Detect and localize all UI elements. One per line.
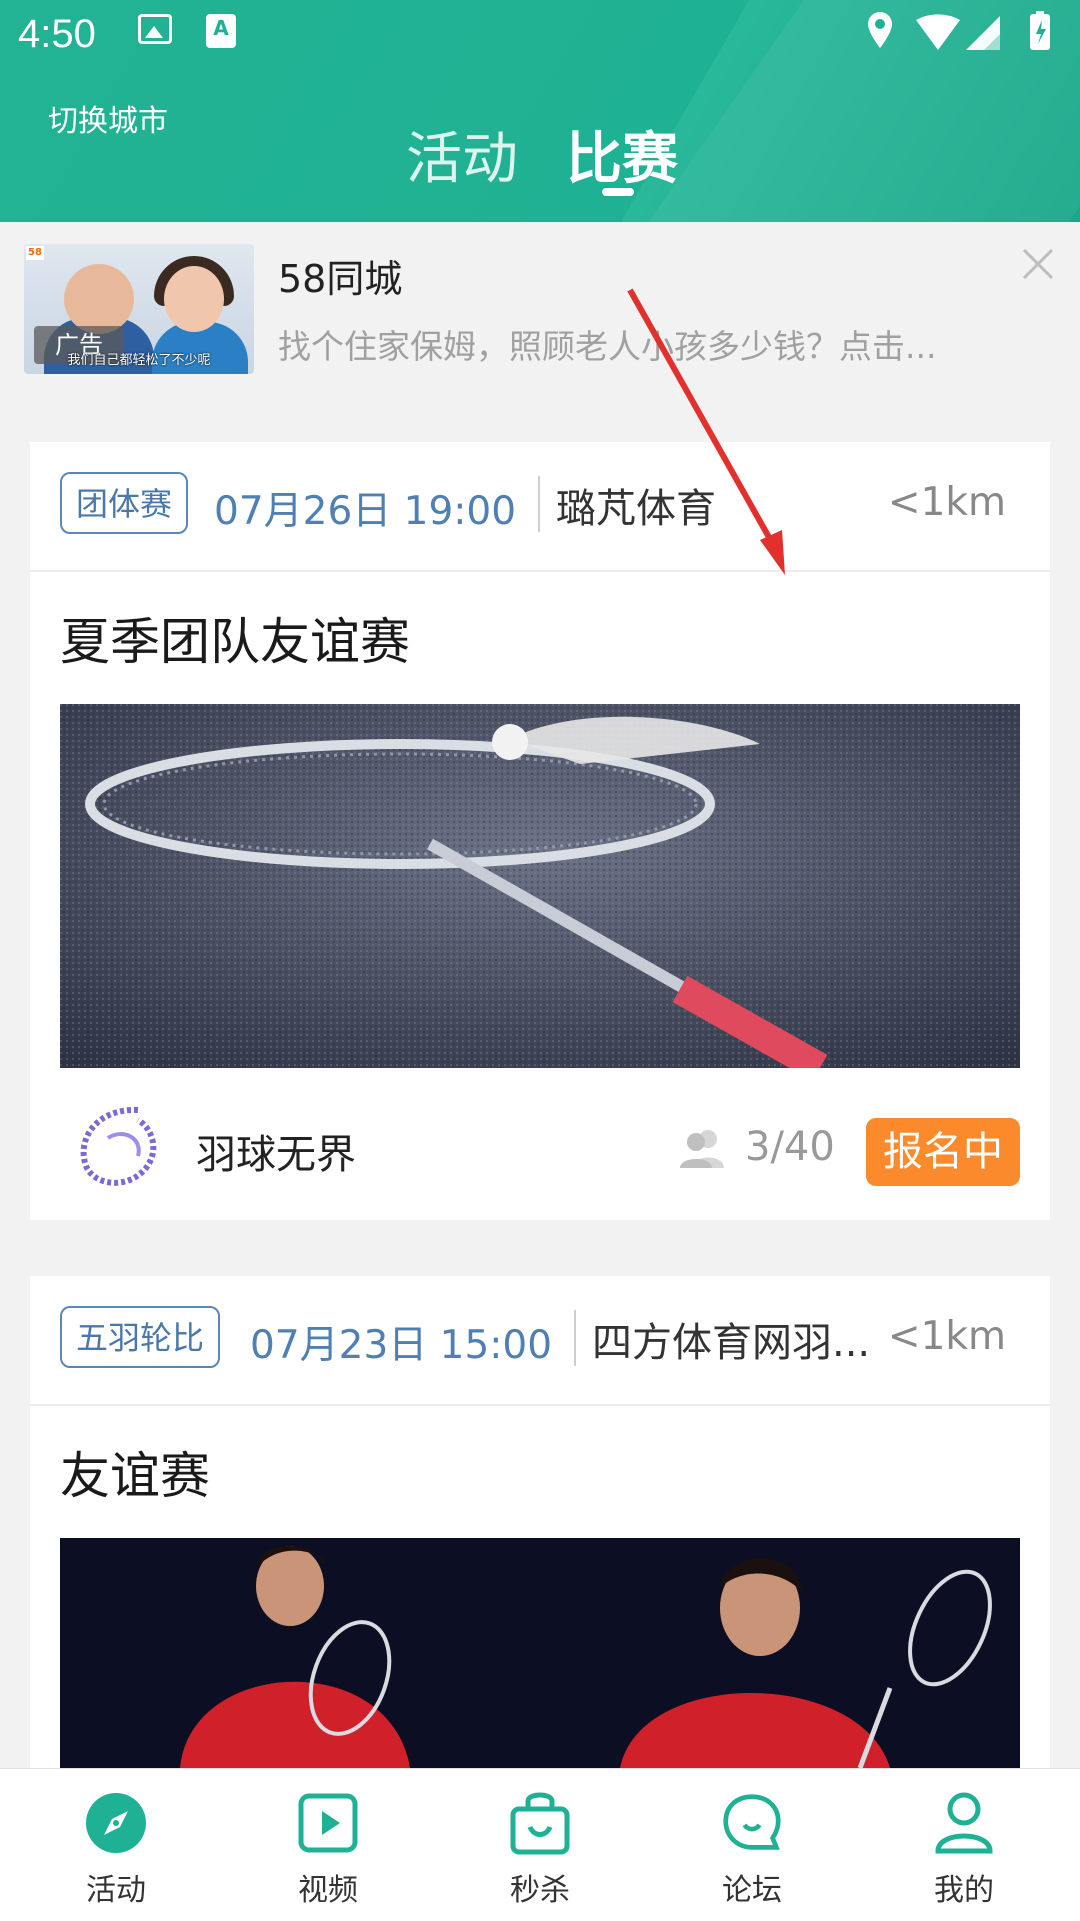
match-venue: 璐芃体育 — [556, 486, 716, 532]
match-card[interactable]: 五羽轮比 07月23日 15:00 四方体育网羽... <1km 友谊赛 — [30, 1276, 1050, 1768]
location-icon — [868, 12, 892, 48]
organizer-avatar[interactable] — [68, 1098, 168, 1198]
nav-label: 我的 — [934, 1873, 994, 1908]
match-venue: 四方体育网羽... — [592, 1320, 871, 1366]
nav-label: 视频 — [298, 1873, 358, 1908]
ad-thumb-caption: 我们自己都轻松了不少呢 — [67, 353, 211, 368]
match-datetime: 07月23日 15:00 — [250, 1323, 553, 1368]
ad-banner[interactable]: 58 广告 我们自己都轻松了不少呢 58同城 找个住家保姆，照顾老人小孩多少钱？… — [0, 222, 1080, 400]
tab-indicator — [602, 188, 634, 196]
status-time: 4:50 — [18, 12, 96, 56]
tab-match[interactable]: 比赛 — [566, 114, 678, 195]
match-card[interactable]: 团体赛 07月26日 19:00 璐芃体育 <1km 夏季团队友谊赛 羽球无界 … — [30, 442, 1050, 1220]
match-distance: <1km — [887, 1314, 1006, 1359]
match-cover-image[interactable] — [60, 1538, 1020, 1768]
brand-logo-icon: 58 — [26, 246, 44, 260]
nav-label: 活动 — [86, 1873, 146, 1908]
app-header: 4:50 A 切换城市 活动 比赛 — [0, 0, 1080, 222]
match-cover-image[interactable] — [60, 704, 1020, 1068]
status-icons — [868, 11, 1050, 50]
participant-count: 3/40 — [745, 1124, 835, 1170]
shopping-bag-icon — [510, 1792, 570, 1855]
app-notification-icon: A — [206, 14, 236, 48]
tab-activity[interactable]: 活动 — [406, 114, 518, 195]
match-title: 夏季团队友谊赛 — [60, 613, 410, 671]
divider — [538, 476, 540, 532]
divider — [574, 1310, 576, 1366]
close-icon[interactable] — [1018, 244, 1058, 284]
gallery-notification-icon — [138, 14, 172, 44]
match-type-badge: 团体赛 — [60, 472, 189, 534]
nav-item-profile[interactable]: 我的 — [856, 1769, 1072, 1921]
battery-icon — [1030, 11, 1050, 50]
wifi-icon — [916, 14, 960, 50]
match-datetime: 07月26日 19:00 — [214, 489, 517, 534]
bottom-navigation: 活动 视频 秒杀 论坛 我的 — [0, 1768, 1080, 1921]
match-card-header: 团体赛 07月26日 19:00 璐芃体育 <1km — [30, 442, 1050, 572]
nav-item-forum[interactable]: 论坛 — [644, 1769, 860, 1921]
nav-item-activity[interactable]: 活动 — [8, 1769, 224, 1921]
compass-icon — [86, 1793, 146, 1853]
participants-icon — [680, 1130, 724, 1168]
match-distance: <1km — [887, 480, 1006, 525]
match-title: 友谊赛 — [60, 1447, 210, 1505]
nav-item-video[interactable]: 视频 — [220, 1769, 436, 1921]
switch-city-button[interactable]: 切换城市 — [48, 96, 168, 140]
match-type-badge: 五羽轮比 — [60, 1306, 221, 1368]
match-card-header: 五羽轮比 07月23日 15:00 四方体育网羽... <1km — [30, 1276, 1050, 1406]
nav-label: 秒杀 — [510, 1873, 570, 1908]
registration-status-badge[interactable]: 报名中 — [866, 1118, 1020, 1186]
ad-source: 58同城 — [278, 257, 403, 301]
video-play-icon — [298, 1793, 358, 1853]
chat-bubble-icon — [723, 1794, 781, 1850]
ad-description: 找个住家保姆，照顾老人小孩多少钱？点击... — [278, 327, 937, 366]
user-icon — [935, 1792, 993, 1854]
organizer-name: 羽球无界 — [196, 1132, 356, 1178]
match-card-footer: 羽球无界 3/40 报名中 — [30, 1068, 1050, 1220]
nav-item-flash-sale[interactable]: 秒杀 — [432, 1769, 648, 1921]
ad-thumbnail[interactable]: 58 广告 我们自己都轻松了不少呢 — [24, 244, 254, 374]
nav-label: 论坛 — [722, 1873, 782, 1908]
